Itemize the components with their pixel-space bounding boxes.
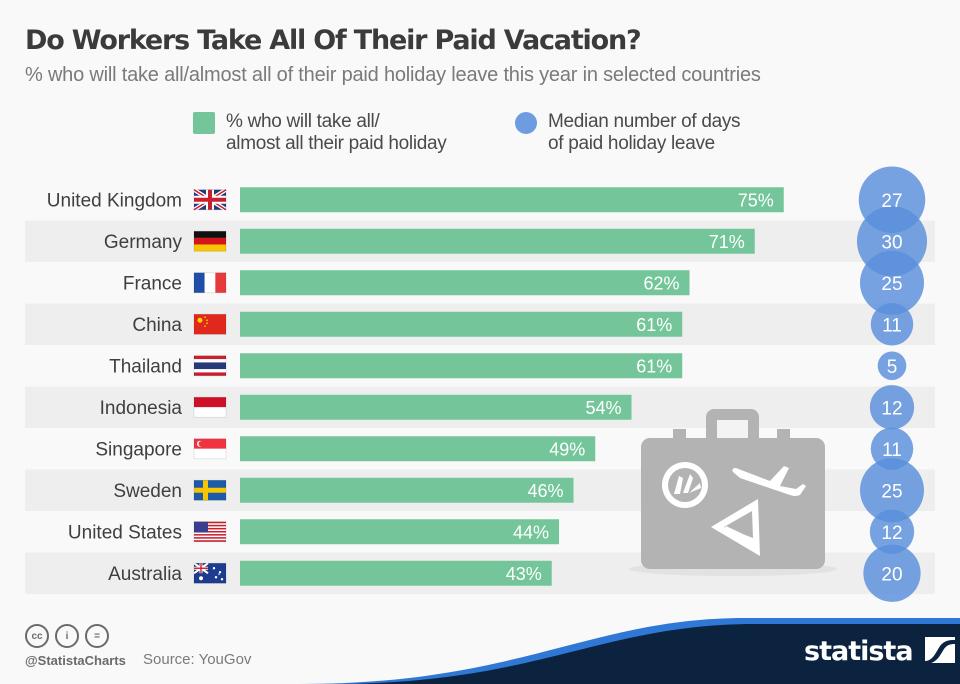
bar-row: China 61%	[132, 311, 683, 337]
twitter-handle[interactable]: @StatistaCharts	[25, 653, 126, 668]
bar-value-label: 44%	[513, 522, 549, 542]
bar-value-label: 46%	[527, 481, 563, 501]
country-label: Australia	[108, 564, 182, 585]
france-flag	[193, 272, 227, 294]
bubble-value-label: 20	[881, 564, 902, 585]
cc-icon: cc	[25, 624, 49, 648]
bar	[240, 436, 596, 462]
thailand-flag	[193, 355, 227, 377]
usa-flag	[193, 521, 227, 543]
no-derivatives-icon: =	[85, 624, 109, 648]
bar-row: Thailand 61%	[109, 353, 683, 379]
bubble-value-label: 12	[881, 398, 902, 419]
bar-value-label: 61%	[636, 356, 672, 376]
bar	[240, 228, 755, 254]
bar-row: France 62%	[123, 270, 690, 296]
statista-logo-icon	[924, 637, 955, 664]
bar	[240, 519, 559, 545]
bar-row: United Kingdom 75%	[47, 187, 784, 213]
bubble-value-label: 12	[881, 523, 902, 544]
chart-area: United Kingdom 75% Germany 71% France 62% Chin…	[25, 166, 960, 684]
bar	[240, 311, 683, 337]
bar-row: Germany 71%	[104, 228, 755, 254]
bubble-value-label: 25	[881, 481, 902, 502]
country-label: Thailand	[109, 356, 182, 377]
statista-wordmark: statista	[804, 636, 914, 667]
bar-row: Indonesia 54%	[100, 394, 632, 420]
suitcase-body	[641, 438, 825, 569]
country-label: Sweden	[113, 481, 182, 502]
bar-value-label: 61%	[636, 315, 672, 335]
bubble-value-label: 11	[882, 315, 902, 336]
bar-value-label: 49%	[549, 439, 585, 459]
country-label: France	[123, 273, 182, 294]
source-label: Source: YouGov	[143, 651, 252, 668]
bar-row: Singapore 49%	[95, 436, 596, 462]
globe-sticker-icon	[662, 462, 708, 508]
suitcase-illustration	[629, 409, 837, 576]
bar	[240, 187, 784, 213]
australia-flag	[193, 562, 227, 584]
bubble-value-label: 30	[881, 232, 902, 253]
bar	[240, 477, 574, 503]
bubble-value-label: 11	[882, 440, 902, 461]
germany-flag	[193, 230, 227, 252]
country-label: United States	[68, 522, 182, 543]
bubble-value-label: 27	[881, 191, 902, 212]
country-label: Germany	[104, 232, 183, 253]
bar-row: Australia 43%	[108, 560, 552, 586]
bubble-value-label: 5	[887, 357, 898, 378]
bar	[240, 394, 632, 420]
country-label: Indonesia	[100, 398, 183, 419]
country-label: United Kingdom	[47, 190, 182, 211]
country-label: China	[132, 315, 182, 336]
statista-logo[interactable]: statista	[804, 636, 955, 667]
bar-value-label: 62%	[643, 273, 679, 293]
bar-value-label: 54%	[585, 398, 621, 418]
indonesia-flag	[193, 396, 227, 418]
singapore-flag	[193, 438, 227, 460]
country-label: Singapore	[95, 439, 182, 460]
bar-value-label: 43%	[506, 564, 542, 584]
uk-flag	[192, 188, 228, 212]
attribution-icon: i	[55, 624, 79, 648]
bar	[240, 353, 683, 379]
bubble-value-label: 25	[881, 274, 902, 295]
bar	[240, 270, 690, 296]
bar-value-label: 71%	[709, 232, 745, 252]
bar-value-label: 75%	[738, 190, 774, 210]
sweden-flag	[193, 479, 227, 501]
license-icons: cc i =	[25, 624, 109, 648]
bar-row: United States 44%	[68, 519, 559, 545]
china-flag	[193, 313, 227, 335]
